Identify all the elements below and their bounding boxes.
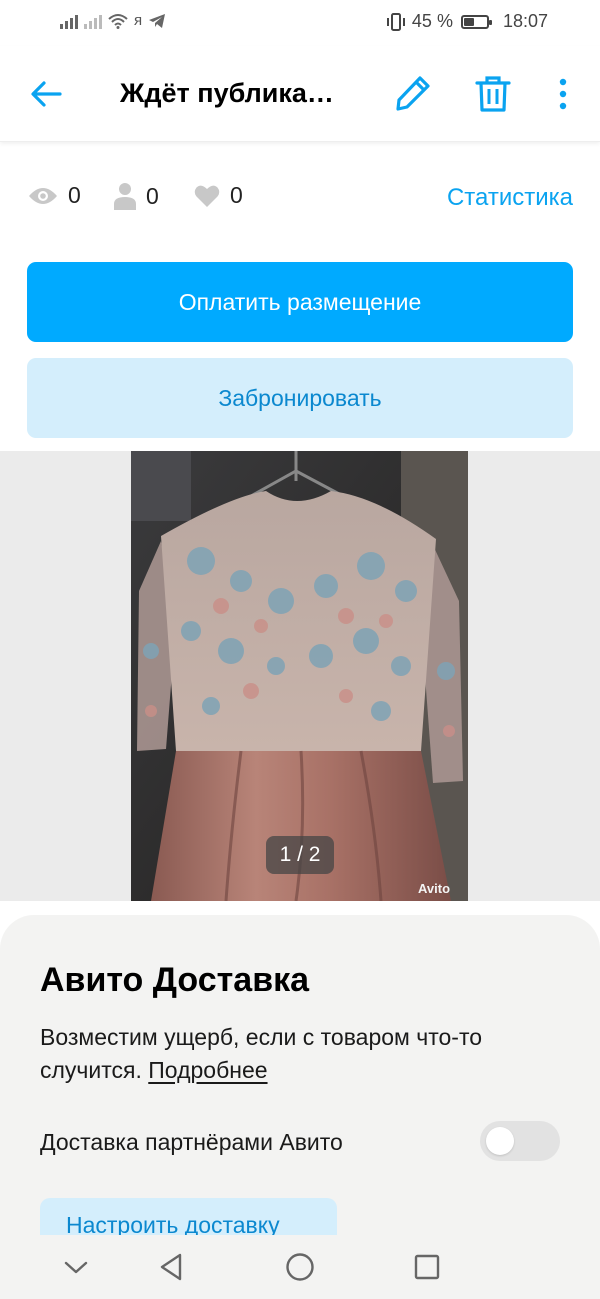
delivery-title: Авито Доставка xyxy=(40,961,310,999)
recents-square-icon[interactable] xyxy=(411,1251,443,1283)
contacts-count: 0 xyxy=(146,182,159,209)
trash-icon[interactable] xyxy=(474,74,512,114)
dress-photo-image xyxy=(131,451,468,901)
back-arrow-icon[interactable] xyxy=(28,76,64,112)
chevron-down-icon[interactable] xyxy=(60,1251,92,1283)
more-info-link[interactable]: Подробнее xyxy=(148,1057,267,1083)
toggle-knob xyxy=(486,1127,514,1155)
app-bar: Ждёт публика… xyxy=(0,46,600,142)
favorites-count: 0 xyxy=(230,182,243,208)
avito-watermark: Avito xyxy=(418,881,451,896)
back-triangle-icon[interactable] xyxy=(156,1251,188,1283)
favorites-stat: 0 xyxy=(194,182,243,209)
battery-icon xyxy=(460,14,492,29)
more-vertical-icon[interactable] xyxy=(552,76,574,112)
reserve-button[interactable]: Забронировать xyxy=(27,358,573,438)
home-circle-icon[interactable] xyxy=(284,1251,316,1283)
statistics-link[interactable]: Статистика xyxy=(447,184,573,212)
status-bar: я 45 % 18:07 xyxy=(0,0,600,46)
wifi-icon xyxy=(108,13,128,29)
eye-icon xyxy=(29,187,57,204)
contacts-stat: 0 xyxy=(114,182,159,210)
person-icon xyxy=(114,183,136,210)
clock: 18:07 xyxy=(502,11,548,31)
photo-gallery[interactable]: 1 / 2 Avito xyxy=(0,451,600,901)
stats-row: 0 0 0 Статистика xyxy=(0,168,600,228)
delivery-description: Возместим ущерб, если с товаром что-то с… xyxy=(40,1021,560,1087)
carrier-icon: я xyxy=(134,12,143,29)
pencil-icon[interactable] xyxy=(394,74,432,112)
listing-photo[interactable] xyxy=(131,451,468,901)
vibrate-icon xyxy=(386,12,405,31)
system-nav-bar xyxy=(0,1235,600,1299)
battery-fill xyxy=(463,17,474,26)
pay-placement-button[interactable]: Оплатить размещение xyxy=(27,262,573,342)
delivery-sheet: Авито Доставка Возместим ущерб, если с т… xyxy=(0,915,600,1245)
signal-secondary-icon xyxy=(84,13,102,29)
signal-icon xyxy=(60,13,78,29)
views-count: 0 xyxy=(68,182,81,208)
page-title: Ждёт публика… xyxy=(120,78,334,108)
partners-delivery-label: Доставка партнёрами Авито xyxy=(40,1129,343,1155)
photo-counter: 1 / 2 xyxy=(266,836,334,874)
views-stat: 0 xyxy=(28,182,81,209)
telegram-icon xyxy=(149,13,166,28)
partners-delivery-toggle[interactable] xyxy=(480,1121,560,1161)
status-left: я xyxy=(60,12,166,29)
battery-percent: 45 % xyxy=(411,11,453,31)
heart-icon xyxy=(194,185,220,207)
status-right: 45 % 18:07 xyxy=(386,11,548,32)
